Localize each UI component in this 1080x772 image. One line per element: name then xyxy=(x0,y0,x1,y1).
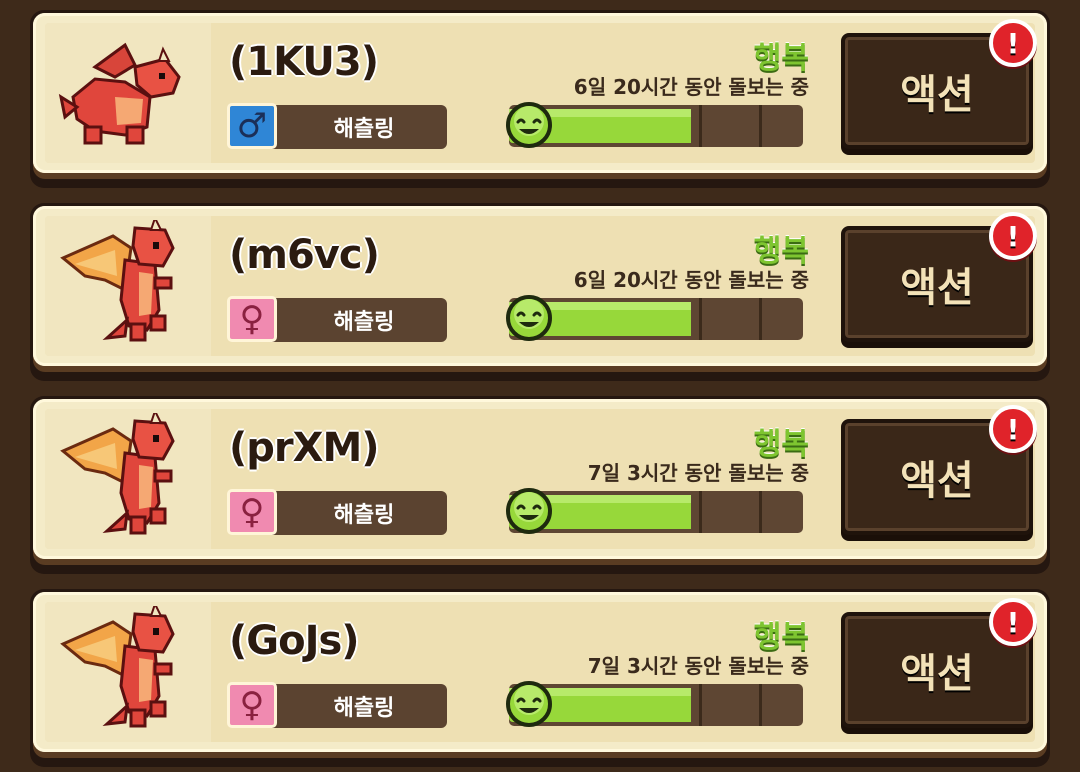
happiness-bar xyxy=(509,105,803,147)
pet-name: (GoJs) xyxy=(229,618,360,664)
pet-portrait xyxy=(45,216,211,356)
happiness-bar xyxy=(509,684,803,726)
red-dragon-icon xyxy=(60,606,175,728)
action-button[interactable]: 액션 ! xyxy=(841,19,1037,149)
care-duration-text: 6일 20시간 동안 돌보는 중 xyxy=(573,75,809,99)
pet-card: (m6vc) ♀ 해츨링 행복 6일 20시간 동안 돌보는 중 액션 ! xyxy=(30,203,1050,381)
alert-icon: ! xyxy=(989,19,1037,67)
female-gender-icon: ♀ xyxy=(227,489,277,535)
growth-stage-badge: 해츨링 xyxy=(265,105,447,149)
smiley-face-icon xyxy=(506,102,552,148)
pet-portrait xyxy=(45,409,211,549)
male-gender-icon: ♂ xyxy=(227,103,277,149)
pet-name: (1KU3) xyxy=(229,39,379,85)
alert-icon: ! xyxy=(989,212,1037,260)
red-dragon-icon xyxy=(60,220,175,342)
female-gender-icon: ♀ xyxy=(227,296,277,342)
smiley-face-icon xyxy=(506,295,552,341)
pet-card: (prXM) ♀ 해츨링 행복 7일 3시간 동안 돌보는 중 액션 ! xyxy=(30,396,1050,574)
care-duration-text: 7일 3시간 동안 돌보는 중 xyxy=(587,461,809,485)
smiley-face-icon xyxy=(506,488,552,534)
action-button[interactable]: 액션 ! xyxy=(841,212,1037,342)
pet-portrait xyxy=(45,23,211,163)
care-duration-text: 6일 20시간 동안 돌보는 중 xyxy=(573,268,809,292)
care-duration-text: 7일 3시간 동안 돌보는 중 xyxy=(587,654,809,678)
red-dragon-icon xyxy=(58,42,181,145)
growth-stage-badge: 해츨링 xyxy=(265,491,447,535)
smiley-face-icon xyxy=(506,681,552,727)
pet-card: (GoJs) ♀ 해츨링 행복 7일 3시간 동안 돌보는 중 액션 ! xyxy=(30,589,1050,767)
alert-icon: ! xyxy=(989,598,1037,646)
pet-name: (prXM) xyxy=(229,425,380,471)
pet-card: (1KU3) ♂ 해츨링 행복 6일 20시간 동안 돌보는 중 액션 ! xyxy=(30,10,1050,188)
alert-icon: ! xyxy=(989,405,1037,453)
growth-stage-badge: 해츨링 xyxy=(265,298,447,342)
red-dragon-icon xyxy=(60,413,175,535)
pet-name: (m6vc) xyxy=(229,232,380,278)
pet-list: (1KU3) ♂ 해츨링 행복 6일 20시간 동안 돌보는 중 액션 ! (m… xyxy=(0,0,1080,772)
growth-stage-badge: 해츨링 xyxy=(265,684,447,728)
pet-portrait xyxy=(45,602,211,742)
happiness-bar xyxy=(509,491,803,533)
happiness-bar xyxy=(509,298,803,340)
action-button[interactable]: 액션 ! xyxy=(841,598,1037,728)
action-button[interactable]: 액션 ! xyxy=(841,405,1037,535)
female-gender-icon: ♀ xyxy=(227,682,277,728)
